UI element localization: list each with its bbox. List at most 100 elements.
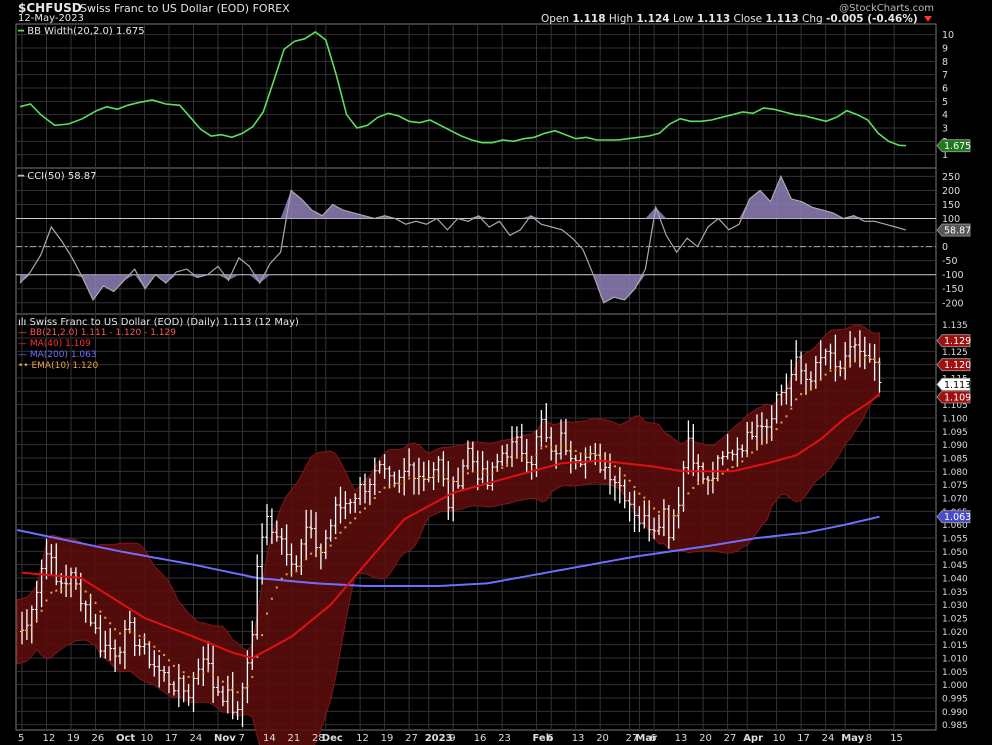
cci-y-tick: 0 xyxy=(942,242,948,253)
x-tick-label: 27 xyxy=(405,733,418,744)
bollinger-band xyxy=(16,324,880,745)
ema10-dot xyxy=(84,590,87,593)
ema10-dot xyxy=(716,476,719,479)
bb-mid-marker: 1.120 xyxy=(936,358,971,371)
ema10-dot xyxy=(217,676,219,679)
cci-y-tick: 200 xyxy=(942,186,960,197)
close-value-marker-text: 1.113 xyxy=(944,380,971,391)
cci-y-tick: -200 xyxy=(942,298,964,309)
ema10-dot xyxy=(604,457,607,460)
price-y-tick: 1.070 xyxy=(942,495,968,505)
bbw-y-tick: 9 xyxy=(942,44,948,55)
price-y-tick: 1.000 xyxy=(942,681,968,691)
price-y-tick: 1.005 xyxy=(942,668,968,678)
x-tick-label: 17 xyxy=(797,733,810,744)
price-panel xyxy=(16,324,882,745)
ema10-dot xyxy=(584,453,587,456)
ema10-dot xyxy=(432,475,435,478)
ema10-dot xyxy=(172,664,175,667)
ema10-dot xyxy=(466,472,469,475)
ema10-dot xyxy=(300,565,303,568)
ema10-dot xyxy=(643,496,646,499)
ema10-dot xyxy=(128,629,131,632)
ema10-dot xyxy=(858,357,861,360)
ema10-dot xyxy=(251,675,254,678)
ema10-dot xyxy=(471,470,474,473)
ema10-dot xyxy=(653,507,656,510)
x-tick-label: 5 xyxy=(18,733,24,744)
ema10-dot xyxy=(60,588,63,591)
x-tick-label: 6 xyxy=(650,733,656,744)
ema10-dot xyxy=(378,490,381,493)
ema10-dot xyxy=(814,383,817,386)
price-y-tick: 1.100 xyxy=(942,415,968,425)
close-value: 1.113 xyxy=(765,13,799,25)
ema10-dot xyxy=(824,373,827,376)
ema10-dot xyxy=(496,469,499,472)
ema10-dot xyxy=(751,451,754,454)
ema10-dot xyxy=(109,622,112,625)
ema10-dot xyxy=(618,468,621,471)
x-tick-label: 21 xyxy=(288,733,301,744)
ema10-dot xyxy=(65,587,68,590)
ema10-dot xyxy=(878,362,881,365)
ema10-dot xyxy=(192,676,195,679)
ema10-dot xyxy=(560,444,562,447)
ema10-dot xyxy=(177,667,180,670)
ema10-dot xyxy=(133,632,136,635)
ema10-dot xyxy=(682,504,685,507)
ma200-value-marker: 1.063 xyxy=(936,510,971,523)
ohlc-readout: Open 1.118 High 1.124 Low 1.113 Close 1.… xyxy=(541,13,932,25)
bbw-y-tick: 6 xyxy=(942,84,948,95)
ema10-dot xyxy=(525,456,528,459)
x-tick-label: May xyxy=(841,733,864,744)
price-y-tick: 1.025 xyxy=(942,615,968,625)
cci-y-tick: 100 xyxy=(942,214,960,225)
x-tick-label: 24 xyxy=(822,733,835,744)
ema10-dot xyxy=(427,477,430,480)
ema10-dot xyxy=(697,483,700,486)
down-triangle-icon xyxy=(924,16,932,22)
close-value-marker: 1.113 xyxy=(936,377,971,391)
ema10-dot xyxy=(236,691,239,694)
ema10-dot xyxy=(809,388,812,391)
ema10-dot xyxy=(104,616,107,619)
ma200-value-marker-text: 1.063 xyxy=(944,512,971,523)
ema10-dot xyxy=(55,589,58,592)
ema10-dot xyxy=(702,482,705,485)
x-tick-label: 7 xyxy=(239,733,245,744)
x-tick-label: 14 xyxy=(263,733,276,744)
price-y-tick: 1.040 xyxy=(942,575,968,585)
ema10-dot xyxy=(417,477,420,480)
ema10-dot xyxy=(849,362,852,365)
x-tick-label: Apr xyxy=(743,733,763,744)
cci-y-tick: 150 xyxy=(942,200,960,211)
x-tick-label: 6 xyxy=(547,733,553,744)
bb-upper-marker: 1.129 xyxy=(936,334,971,347)
ema10-dot xyxy=(677,513,680,516)
bb-lower-marker-text: 1.109 xyxy=(944,393,971,404)
ema10-dot xyxy=(555,447,558,450)
bbwidth-line xyxy=(19,31,907,147)
ema10-dot xyxy=(315,551,317,554)
chart-canvas: 5 12 19 26 Oct 10 17 24 Nov 7 14 21 28Dec 12 19 27 20239… xyxy=(15,23,971,745)
ema10-dot xyxy=(354,517,357,520)
legend-item: — BB(21,2.0) 1.111 - 1.120 - 1.129 xyxy=(18,328,176,338)
price-y-tick: 0.995 xyxy=(942,695,968,705)
ema10-dot xyxy=(275,586,278,589)
ema10-dot xyxy=(359,511,362,514)
x-tick-label: 20 xyxy=(596,733,609,744)
ema10-dot xyxy=(731,466,734,469)
ema10-dot xyxy=(839,368,842,371)
x-tick-label: Nov xyxy=(214,733,236,744)
ema10-dot xyxy=(319,551,322,554)
ema10-dot xyxy=(50,591,53,594)
price-y-tick: 0.985 xyxy=(942,721,968,731)
high-label: High xyxy=(608,13,634,25)
ema10-dot xyxy=(114,628,117,631)
price-y-tick: 1.075 xyxy=(942,481,968,491)
ema10-dot xyxy=(501,466,504,469)
ema10-dot xyxy=(672,515,675,518)
ema10-dot xyxy=(658,510,660,513)
ema10-dot xyxy=(138,634,141,637)
